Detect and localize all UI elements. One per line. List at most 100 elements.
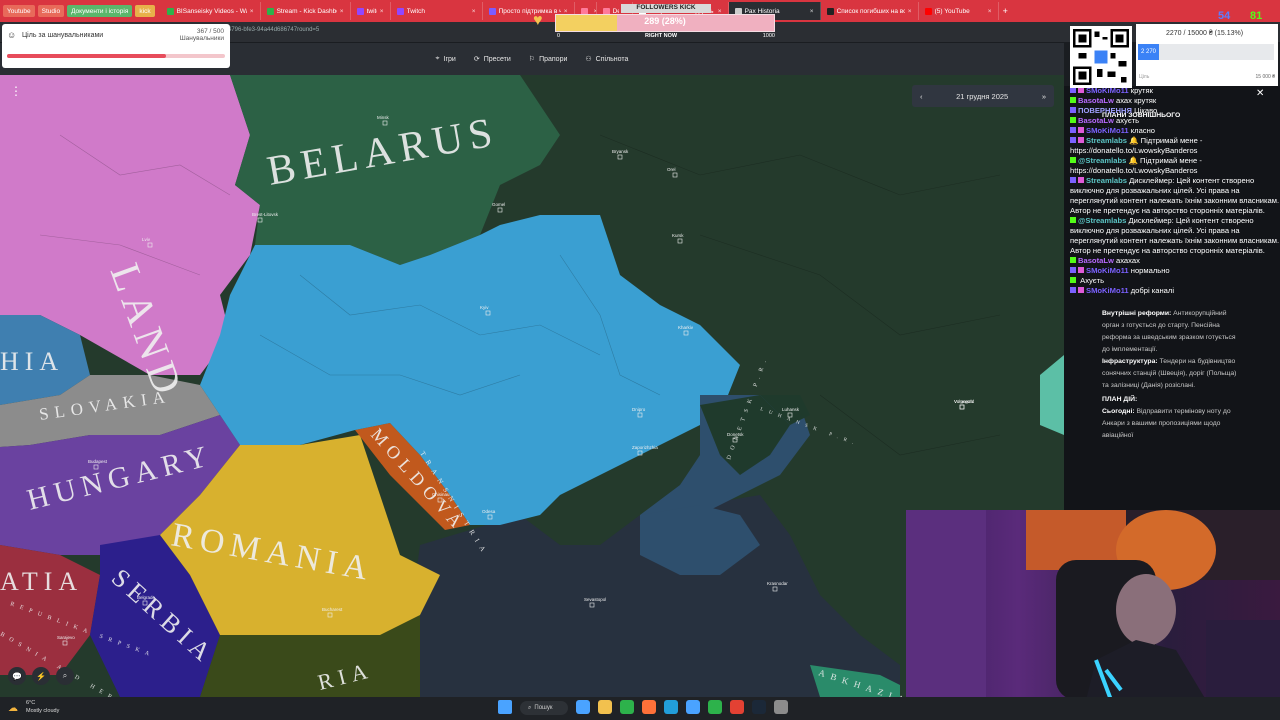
taskbar-search-label: Пошук <box>534 705 553 711</box>
taskbar-app-icon[interactable] <box>598 700 612 714</box>
taskbar-search[interactable]: ⌕ Пошук <box>520 701 568 715</box>
bookmark-item[interactable]: Документи і історія <box>67 5 133 17</box>
mod-badge-icon <box>1070 107 1076 113</box>
hamburger-menu-icon[interactable]: ⋮ <box>10 84 22 98</box>
chat-username[interactable]: SMoKiMo11 <box>1086 266 1129 275</box>
chat-message: @Streamlabs Дисклеймер: Цей контент ство… <box>1070 216 1280 256</box>
tab-label: twitch <box>366 7 377 15</box>
bookmarks-bar: Youtube Studio Документи і історія kick <box>0 5 155 17</box>
chat-username[interactable]: BasotaLw <box>1078 116 1114 125</box>
tab-favicon-icon <box>924 7 932 15</box>
city-label: Sarajevo <box>57 635 75 640</box>
chat-username[interactable]: Streamlabs <box>1086 136 1127 145</box>
chat-username[interactable]: @Streamlabs <box>1078 216 1126 225</box>
nav-label: Прапори <box>539 55 568 63</box>
chat-text: класно <box>1130 126 1156 135</box>
mod-badge-icon <box>1070 177 1076 183</box>
chat-username[interactable]: SMoKiMo11 <box>1086 286 1129 295</box>
taskbar-app-icon[interactable] <box>752 700 766 714</box>
prev-turn-button[interactable]: ‹ <box>920 92 923 101</box>
chat-icon[interactable]: 💬 <box>8 667 26 685</box>
chat-overlay: SMoKiMo11 крутяк BasotaLw ахах крутяк ПОВЕ… <box>1070 86 1280 296</box>
tab-label: Stream - Kick Dashboard <box>276 7 337 15</box>
nav-games[interactable]: ⌖ Ігри <box>436 55 456 63</box>
followers-kick-title: FOLLOWERS KICK <box>621 4 711 13</box>
chat-message: Streamlabs 🔔 Підтримай мене - https://do… <box>1070 136 1280 156</box>
nav-flags[interactable]: ⚐ Прапори <box>529 55 568 64</box>
city-label: Zaporizhzhia <box>632 445 658 450</box>
search-map-icon[interactable]: ⌕ <box>56 667 74 685</box>
windows-start-icon[interactable] <box>498 700 512 714</box>
viewer-count: 54 <box>1218 10 1231 22</box>
world-map[interactable]: BELARUS MOLDOVA SLOVAKIA HUNGARY ROMANIA… <box>0 75 1064 697</box>
tab-close-icon[interactable]: × <box>810 8 814 15</box>
tab-favicon-icon <box>266 7 274 15</box>
donation-goal-right: 15 000 ₴ <box>1255 74 1275 80</box>
url-field[interactable]: 4796-bfe3-94a44d686747round=5 <box>228 27 319 33</box>
weather-desc: Mostly cloudy <box>26 708 60 714</box>
taskbar-app-icon[interactable] <box>774 700 788 714</box>
bookmark-item[interactable]: kick <box>135 5 155 17</box>
tab-label: Twitch <box>406 7 426 15</box>
taskbar-app-icon[interactable] <box>708 700 722 714</box>
browser-tab[interactable]: Twitch × <box>391 2 483 20</box>
donation-goal-title: 2270 / 15000 ₴ (15.13%) <box>1166 30 1244 37</box>
browser-tab[interactable]: (5) YouTube × <box>919 2 999 20</box>
chat-username[interactable]: Streamlabs <box>1086 176 1127 185</box>
next-turn-button[interactable]: » <box>1042 92 1046 101</box>
city-label: Kyiv <box>480 305 489 310</box>
taskbar-app-icon[interactable] <box>642 700 656 714</box>
note-item: Інфраструктура: Тендери на будівництво с… <box>1102 356 1242 392</box>
browser-tab[interactable]: Список погибших на вой × <box>821 2 919 20</box>
chat-username[interactable]: @Streamlabs <box>1078 156 1126 165</box>
followers-kick-now: RIGHT NOW <box>645 33 678 39</box>
bookmark-item[interactable]: Youtube <box>3 5 35 17</box>
taskbar-app-icon[interactable] <box>686 700 700 714</box>
close-icon[interactable]: ✕ <box>1256 88 1264 99</box>
goal-progress-fill <box>7 54 167 58</box>
bookmark-item[interactable]: Studio <box>37 5 65 17</box>
tab-favicon-icon <box>356 7 364 15</box>
browser-tab[interactable]: twitch× <box>351 2 391 20</box>
tab-close-icon[interactable]: × <box>340 8 344 15</box>
tab-close-icon[interactable]: × <box>380 8 384 15</box>
taskbar-app-icon[interactable] <box>620 700 634 714</box>
city-label: Krasnodar <box>767 581 788 586</box>
heart-icon: ♥ <box>533 12 543 29</box>
chat-username[interactable]: BasotaLw <box>1078 96 1114 105</box>
tab-close-icon[interactable]: × <box>472 8 476 15</box>
sub-badge-icon <box>1078 177 1084 183</box>
chat-username[interactable]: ПОВЕРНЕННЯ <box>1078 106 1132 115</box>
donation-goal-left: Ціль <box>1139 74 1150 80</box>
taskbar-app-icon[interactable] <box>664 700 678 714</box>
tab-close-icon[interactable]: × <box>250 8 254 15</box>
city-label: Dnipro <box>632 407 646 412</box>
note-item-title: Внутрішні реформи: <box>1102 310 1172 317</box>
chat-username[interactable]: SMoKiMo11 <box>1086 126 1129 135</box>
browser-tab[interactable]: Stream - Kick Dashboard× <box>261 2 351 20</box>
lightning-icon[interactable]: ⚡ <box>32 667 50 685</box>
search-icon: ⌕ <box>528 704 532 711</box>
preset-icon: ⟳ <box>473 56 480 63</box>
kick-badge-icon <box>1070 277 1076 283</box>
city-label: Bryansk <box>612 149 629 154</box>
taskbar-app-icon[interactable] <box>730 700 744 714</box>
nav-presets[interactable]: ⟳ Пресети <box>473 55 511 64</box>
taskbar-app-icon[interactable] <box>576 700 590 714</box>
kick-badge-icon <box>1070 97 1076 103</box>
chat-username[interactable]: BasotaLw <box>1078 256 1114 265</box>
nav-community[interactable]: ⚇ Спільнота <box>585 55 629 64</box>
tab-close-icon[interactable]: × <box>908 8 912 15</box>
note-item-title: Інфраструктура: <box>1102 358 1158 365</box>
goal-icon: ☺ <box>7 30 17 40</box>
tab-close-icon[interactable]: × <box>988 8 992 15</box>
chat-message: SMoKiMo11 нормально <box>1070 266 1280 276</box>
city-label: Luhansk <box>782 407 800 412</box>
nav-label: Спільнота <box>595 55 629 63</box>
new-tab-button[interactable]: + <box>1003 6 1008 16</box>
city-label: Chisinau <box>432 492 450 497</box>
taskbar: ☁ <box>0 697 1280 720</box>
plan-item: Сьогодні: Відправити термінову ноту до А… <box>1102 406 1242 442</box>
chat-text: ахуєть <box>1116 116 1140 125</box>
browser-tab[interactable]: BISanseisky Videos - Wa × <box>161 2 261 20</box>
